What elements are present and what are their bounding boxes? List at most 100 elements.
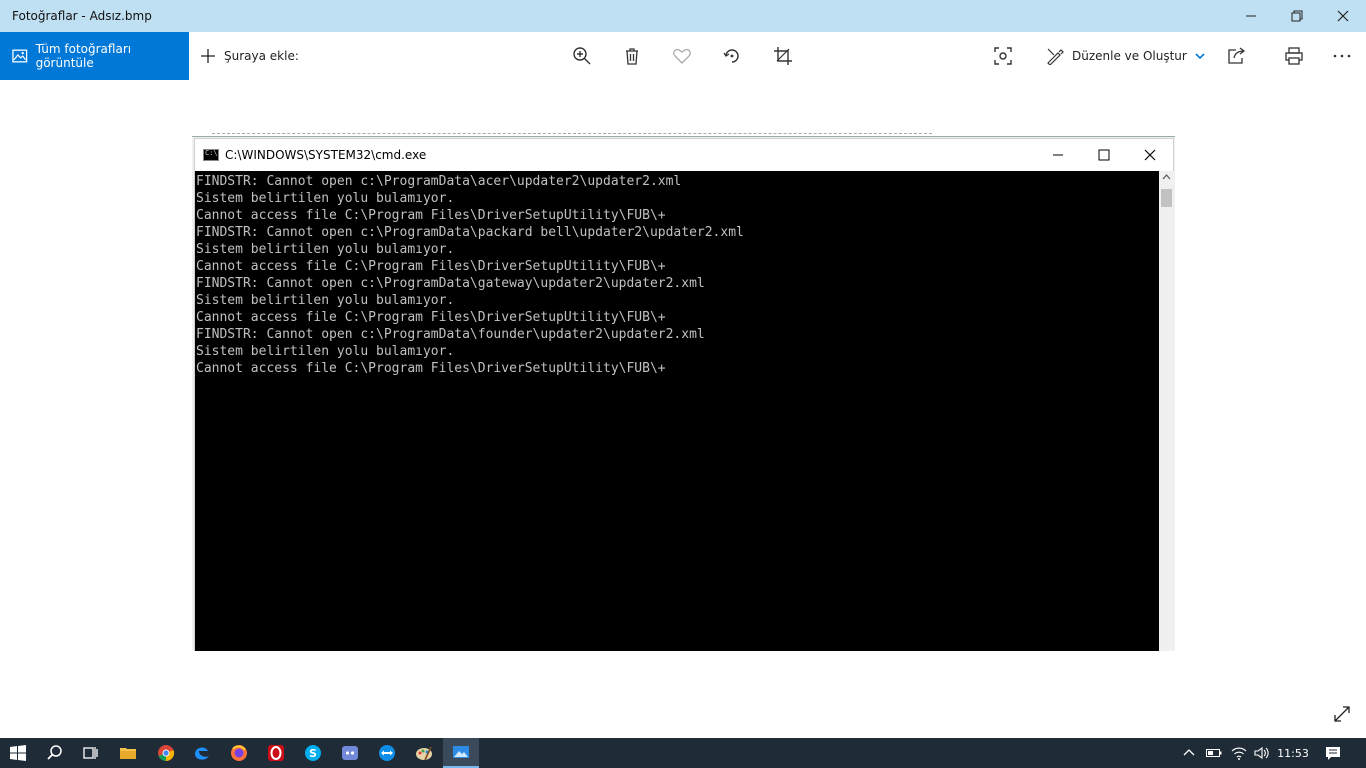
network-button[interactable] — [1228, 738, 1250, 768]
cmd-title-bar: C:\WINDOWS\SYSTEM32\cmd.exe — [195, 139, 1173, 171]
console-scrollbar — [1159, 171, 1174, 651]
console-line: FINDSTR: Cannot open c:\ProgramData\foun… — [196, 327, 705, 342]
close-icon — [1337, 10, 1349, 22]
close-button[interactable] — [1320, 0, 1366, 32]
edge-icon — [195, 747, 209, 760]
show-hidden-icons-button[interactable] — [1180, 738, 1198, 768]
taskbar-firefox[interactable] — [221, 738, 257, 768]
add-to-label: Şuraya ekle: — [224, 49, 299, 63]
speaker-icon — [1254, 746, 1269, 760]
window-title: Fotoğraflar - Adsız.bmp — [12, 9, 152, 23]
firefox-icon — [231, 745, 247, 761]
taskbar-paint[interactable] — [406, 738, 442, 768]
console-line: Sistem belirtilen yolu bulamıyor. — [196, 293, 455, 308]
focus-icon — [994, 47, 1012, 65]
console-line: Sistem belirtilen yolu bulamıyor. — [196, 344, 455, 359]
more-icon — [1333, 54, 1351, 58]
taskbar-opera[interactable] — [258, 738, 294, 768]
expand-icon — [1334, 706, 1350, 722]
taskbar-skype[interactable]: S — [295, 738, 331, 768]
paint-icon — [416, 746, 432, 761]
minimize-icon — [1246, 15, 1256, 17]
taskbar-file-explorer[interactable] — [110, 738, 146, 768]
skype-icon: S — [305, 745, 321, 761]
plus-icon — [201, 49, 215, 63]
heart-icon — [673, 48, 691, 64]
task-view-icon — [83, 747, 98, 759]
delete-button[interactable] — [622, 46, 642, 66]
battery-button[interactable] — [1204, 738, 1224, 768]
rotate-button[interactable] — [722, 46, 742, 66]
photos-icon — [453, 746, 469, 758]
discord-icon — [342, 746, 358, 760]
more-button[interactable] — [1332, 46, 1352, 66]
rotate-icon — [723, 49, 739, 63]
chevron-up-icon — [1183, 749, 1195, 756]
trash-icon — [626, 48, 638, 65]
start-button[interactable] — [0, 738, 36, 768]
print-button[interactable] — [1284, 46, 1304, 66]
cmd-minimize-icon — [1035, 139, 1081, 171]
view-all-photos-button[interactable]: Tüm fotoğrafları görüntüle — [0, 32, 189, 80]
toolbar: Tüm fotoğrafları görüntüle Şuraya ekle: … — [0, 32, 1366, 80]
view-all-label: Tüm fotoğrafları görüntüle — [35, 42, 132, 70]
photo-canvas[interactable]: C:\WINDOWS\SYSTEM32\cmd.exe FINDSTR: Can… — [192, 133, 1175, 651]
search-button[interactable] — [37, 738, 73, 768]
photo-icon — [12, 49, 28, 63]
battery-icon — [1206, 749, 1222, 757]
taskbar-discord[interactable] — [332, 738, 368, 768]
cmd-close-icon — [1127, 139, 1173, 171]
edit-icon — [1047, 48, 1064, 65]
console-line: Cannot access file C:\Program Files\Driv… — [196, 310, 666, 325]
wifi-icon — [1231, 747, 1247, 760]
taskbar-chrome[interactable] — [148, 738, 184, 768]
full-screen-button[interactable] — [1332, 704, 1352, 724]
crop-button[interactable] — [773, 46, 793, 66]
cmd-title: C:\WINDOWS\SYSTEM32\cmd.exe — [225, 148, 427, 162]
console-output: FINDSTR: Cannot open c:\ProgramData\acer… — [195, 171, 1159, 651]
restore-icon — [1291, 10, 1303, 22]
image-artifact — [212, 133, 932, 136]
favorite-button[interactable] — [672, 46, 692, 66]
cmd-window-image: C:\WINDOWS\SYSTEM32\cmd.exe FINDSTR: Can… — [194, 138, 1174, 651]
chrome-icon — [158, 745, 175, 762]
title-bar: Fotoğraflar - Adsız.bmp — [0, 0, 1366, 32]
taskbar-clock[interactable]: 11:53 — [1270, 738, 1316, 768]
console-line: Cannot access file C:\Program Files\Driv… — [196, 259, 666, 274]
restore-button[interactable] — [1274, 0, 1320, 32]
action-center-button[interactable] — [1322, 738, 1344, 768]
add-to-button[interactable]: Şuraya ekle: — [200, 32, 299, 80]
cmd-maximize-icon — [1081, 139, 1127, 171]
console-line: Cannot access file C:\Program Files\Driv… — [196, 208, 666, 223]
file-explorer-icon — [120, 748, 136, 759]
opera-icon — [268, 745, 284, 761]
teamviewer-icon — [379, 745, 395, 761]
console-line: FINDSTR: Cannot open c:\ProgramData\acer… — [196, 174, 682, 189]
printer-icon — [1285, 47, 1303, 65]
zoom-button[interactable] — [572, 46, 592, 66]
minimize-button[interactable] — [1228, 0, 1274, 32]
cmd-icon — [203, 149, 219, 161]
search-icon — [47, 745, 62, 760]
edit-create-label: Düzenle ve Oluştur — [1072, 49, 1187, 63]
share-button[interactable] — [1226, 46, 1246, 66]
taskbar: S 11:53 — [0, 738, 1366, 768]
scroll-up-arrow-icon — [1162, 174, 1171, 180]
enhance-button[interactable] — [993, 46, 1013, 66]
volume-button[interactable] — [1252, 738, 1272, 768]
taskbar-edge[interactable] — [184, 738, 220, 768]
console-line: Sistem belirtilen yolu bulamıyor. — [196, 242, 455, 257]
chevron-down-icon — [1195, 53, 1205, 60]
taskbar-photos[interactable] — [443, 738, 479, 768]
taskbar-teamviewer[interactable] — [369, 738, 405, 768]
edit-create-button[interactable]: Düzenle ve Oluştur — [1046, 32, 1205, 80]
notification-icon — [1326, 747, 1340, 760]
console-line: FINDSTR: Cannot open c:\ProgramData\gate… — [196, 276, 705, 291]
crop-icon — [774, 47, 792, 65]
zoom-in-icon — [573, 47, 591, 65]
scroll-thumb — [1161, 189, 1172, 207]
console-line: FINDSTR: Cannot open c:\ProgramData\pack… — [196, 225, 744, 240]
task-view-button[interactable] — [72, 738, 108, 768]
share-icon — [1228, 47, 1246, 64]
console-line: Cannot access file C:\Program Files\Driv… — [196, 361, 666, 376]
